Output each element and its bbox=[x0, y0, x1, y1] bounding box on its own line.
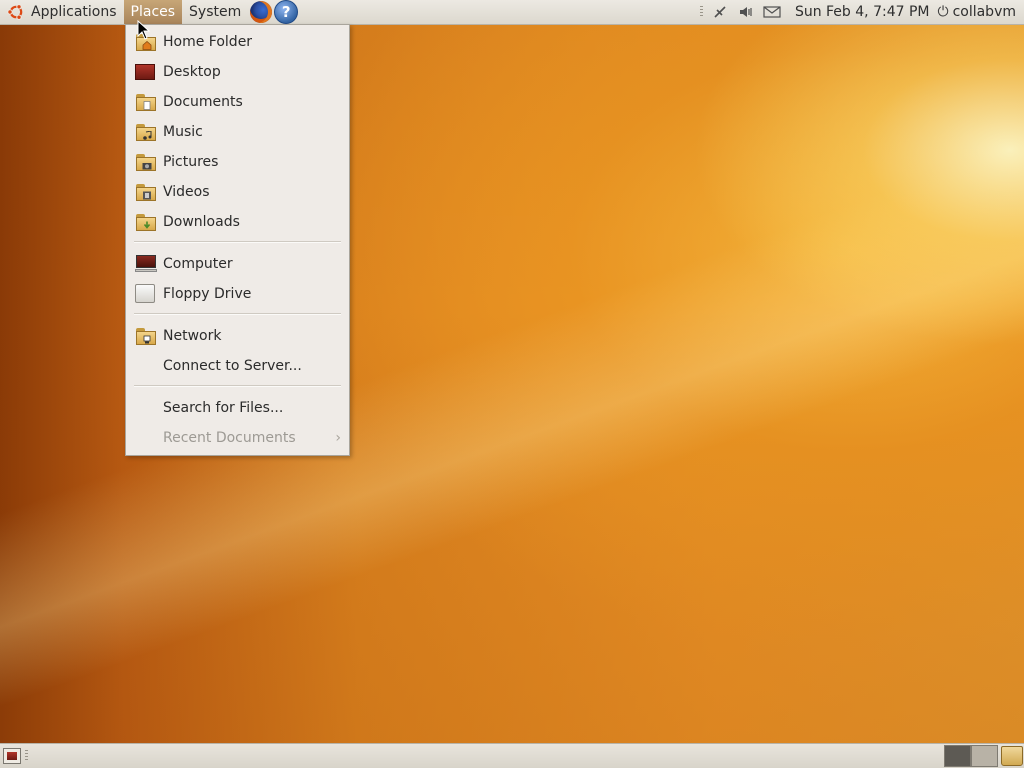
menu-item-label: Home Folder bbox=[163, 34, 253, 50]
menu-item-label: Floppy Drive bbox=[163, 286, 252, 302]
workspace-2[interactable] bbox=[971, 745, 998, 767]
menu-item-downloads[interactable]: Downloads bbox=[126, 207, 349, 237]
panel-handle[interactable] bbox=[25, 750, 28, 762]
places-label: Places bbox=[130, 4, 176, 20]
desktop-icon bbox=[135, 62, 157, 82]
notification-area: Sun Feb 4, 7:47 PM ⏻ collabvm bbox=[696, 0, 1024, 24]
downloads-folder-icon bbox=[135, 212, 157, 232]
mouse-pointer-icon bbox=[137, 20, 151, 40]
clock[interactable]: Sun Feb 4, 7:47 PM bbox=[795, 4, 930, 20]
menu-item-videos[interactable]: Videos bbox=[126, 177, 349, 207]
menu-item-search-for-files[interactable]: Search for Files... bbox=[126, 393, 349, 423]
applications-menu[interactable]: Applications bbox=[0, 0, 124, 24]
show-desktop-icon[interactable] bbox=[3, 748, 21, 764]
menu-item-label: Pictures bbox=[163, 154, 219, 170]
menu-item-music[interactable]: Music bbox=[126, 117, 349, 147]
menu-item-label: Downloads bbox=[163, 214, 240, 230]
places-menu-button[interactable]: Places bbox=[123, 0, 183, 24]
firefox-icon[interactable] bbox=[250, 1, 273, 23]
music-folder-icon bbox=[135, 122, 157, 142]
network-disconnected-icon[interactable] bbox=[711, 3, 729, 21]
menu-item-label: Desktop bbox=[163, 64, 221, 80]
menu-item-label: Recent Documents bbox=[163, 430, 296, 446]
documents-folder-icon bbox=[135, 92, 157, 112]
menu-separator bbox=[134, 385, 341, 387]
menu-item-label: Connect to Server... bbox=[163, 358, 302, 374]
videos-folder-icon bbox=[135, 182, 157, 202]
menu-item-label: Music bbox=[163, 124, 203, 140]
menu-separator bbox=[134, 313, 341, 315]
user-name: collabvm bbox=[952, 4, 1016, 20]
pictures-folder-icon bbox=[135, 152, 157, 172]
user-menu[interactable]: ⏻ collabvm bbox=[937, 4, 1016, 20]
bottom-panel bbox=[0, 743, 1024, 768]
menu-item-computer[interactable]: Computer bbox=[126, 249, 349, 279]
computer-icon bbox=[135, 254, 157, 274]
panel-handle[interactable] bbox=[699, 6, 703, 18]
menu-item-label: Videos bbox=[163, 184, 210, 200]
menu-item-connect-to-server[interactable]: Connect to Server... bbox=[126, 351, 349, 381]
help-icon[interactable]: ? bbox=[274, 0, 299, 24]
power-icon: ⏻ bbox=[937, 4, 949, 20]
help-glyph: ? bbox=[281, 3, 291, 21]
menu-separator bbox=[134, 241, 341, 243]
top-panel: Applications Places System ? Sun Feb 4, … bbox=[0, 0, 1024, 25]
menu-item-home-folder[interactable]: Home Folder bbox=[126, 27, 349, 57]
menu-item-recent-documents: Recent Documents › bbox=[126, 423, 349, 453]
volume-icon[interactable] bbox=[737, 3, 755, 21]
menu-item-label: Network bbox=[163, 328, 222, 344]
places-menu: Home Folder Desktop Documents Music Pict… bbox=[125, 24, 350, 456]
system-menu[interactable]: System bbox=[182, 0, 248, 24]
applications-label: Applications bbox=[31, 4, 117, 20]
floppy-drive-icon bbox=[135, 284, 157, 304]
menu-item-label: Computer bbox=[163, 256, 233, 272]
workspace-1[interactable] bbox=[944, 745, 971, 767]
menu-item-documents[interactable]: Documents bbox=[126, 87, 349, 117]
mail-icon[interactable] bbox=[763, 3, 781, 21]
network-folder-icon bbox=[135, 326, 157, 346]
menu-item-label: Search for Files... bbox=[163, 400, 284, 416]
trash-icon[interactable] bbox=[1001, 746, 1023, 766]
submenu-arrow-icon: › bbox=[335, 430, 341, 446]
menu-item-pictures[interactable]: Pictures bbox=[126, 147, 349, 177]
menu-item-network[interactable]: Network bbox=[126, 321, 349, 351]
system-label: System bbox=[189, 4, 242, 20]
menu-item-floppy-drive[interactable]: Floppy Drive bbox=[126, 279, 349, 309]
menu-item-label: Documents bbox=[163, 94, 243, 110]
menu-item-desktop[interactable]: Desktop bbox=[126, 57, 349, 87]
ubuntu-logo-icon bbox=[7, 4, 23, 20]
